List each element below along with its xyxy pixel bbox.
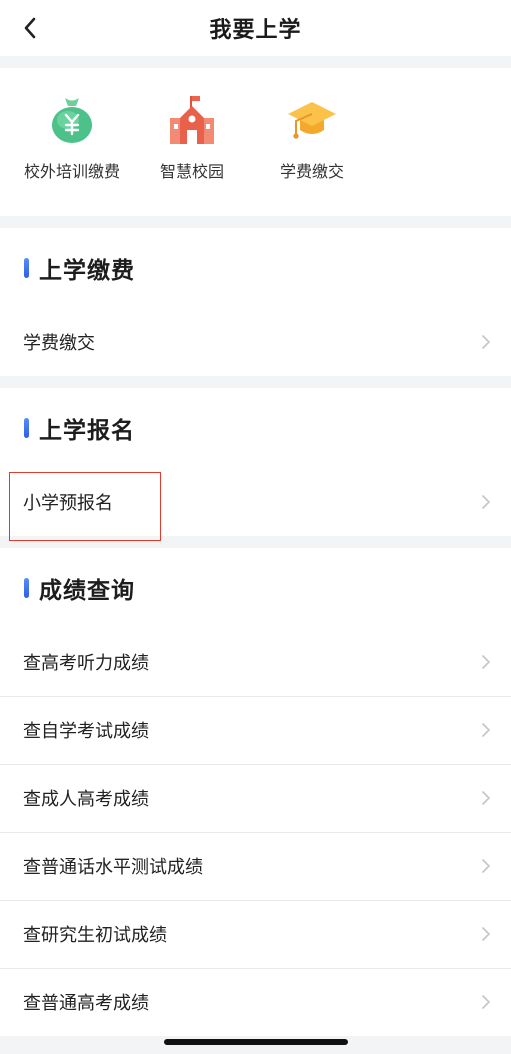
quick-link-label: 校外培训缴费: [23, 162, 120, 181]
section-scores: 成绩查询 查高考听力成绩 查自学考试成绩 查成人高考成绩 查普通话水平测试成绩 …: [0, 548, 511, 1036]
quick-link-smart-campus[interactable]: 智慧校园: [132, 68, 252, 216]
chevron-right-icon: [482, 495, 491, 509]
list-item[interactable]: 查研究生初试成绩: [0, 900, 511, 968]
section-title: 上学缴费: [39, 258, 135, 284]
school-building-icon: [170, 96, 214, 144]
list-item-label: 查普通话水平测试成绩: [23, 857, 203, 878]
list-item-label: 学费缴交: [23, 333, 95, 354]
chevron-right-icon: [482, 791, 491, 805]
list-item[interactable]: 查自学考试成绩: [0, 696, 511, 764]
quick-link-label: 智慧校园: [159, 162, 224, 181]
section-accent-bar: [24, 578, 29, 598]
list-item-label: 查研究生初试成绩: [23, 925, 167, 946]
chevron-right-icon: [482, 655, 491, 669]
section-payment: 上学缴费 学费缴交: [0, 228, 511, 376]
money-bag-icon: [52, 98, 92, 143]
back-button[interactable]: [14, 12, 46, 44]
chevron-right-icon: [482, 927, 491, 941]
list-item-label: 查自学考试成绩: [23, 721, 149, 742]
quick-link-training-fee[interactable]: 校外培训缴费: [12, 68, 132, 216]
quick-link-label: 学费缴交: [279, 162, 344, 181]
section-header: 上学报名: [0, 388, 511, 468]
section-header: 成绩查询: [0, 548, 511, 628]
home-indicator: [164, 1039, 348, 1045]
chevron-right-icon: [482, 723, 491, 737]
chevron-left-icon: [24, 17, 36, 39]
chevron-right-icon: [482, 859, 491, 873]
section-header: 上学缴费: [0, 228, 511, 308]
chevron-right-icon: [482, 995, 491, 1009]
list-item-label: 查高考听力成绩: [23, 653, 149, 674]
section-accent-bar: [24, 258, 29, 278]
list-item[interactable]: 查高考听力成绩: [0, 628, 511, 696]
chevron-right-icon: [482, 335, 491, 349]
list-item-label: 查成人高考成绩: [23, 789, 149, 810]
quick-link-tuition[interactable]: 学费缴交: [252, 68, 372, 216]
list-item[interactable]: 查成人高考成绩: [0, 764, 511, 832]
list-item-label: 查普通高考成绩: [23, 993, 149, 1014]
page-title: 我要上学: [209, 18, 302, 43]
list-item[interactable]: 查普通话水平测试成绩: [0, 832, 511, 900]
nav-header: 我要上学: [0, 0, 511, 56]
section-title: 成绩查询: [39, 578, 135, 604]
quick-links-card: 校外培训缴费 智慧校园 学费缴交: [0, 68, 511, 216]
section-accent-bar: [24, 418, 29, 438]
list-item[interactable]: 学费缴交: [0, 308, 511, 376]
list-item-primary-preregistration[interactable]: 小学预报名: [0, 468, 511, 541]
section-title: 上学报名: [39, 418, 135, 444]
section-enroll: 上学报名 小学预报名: [0, 388, 511, 541]
list-item[interactable]: 查普通高考成绩: [0, 968, 511, 1036]
list-item-label: 小学预报名: [23, 493, 113, 514]
graduation-cap-icon: [288, 102, 336, 139]
